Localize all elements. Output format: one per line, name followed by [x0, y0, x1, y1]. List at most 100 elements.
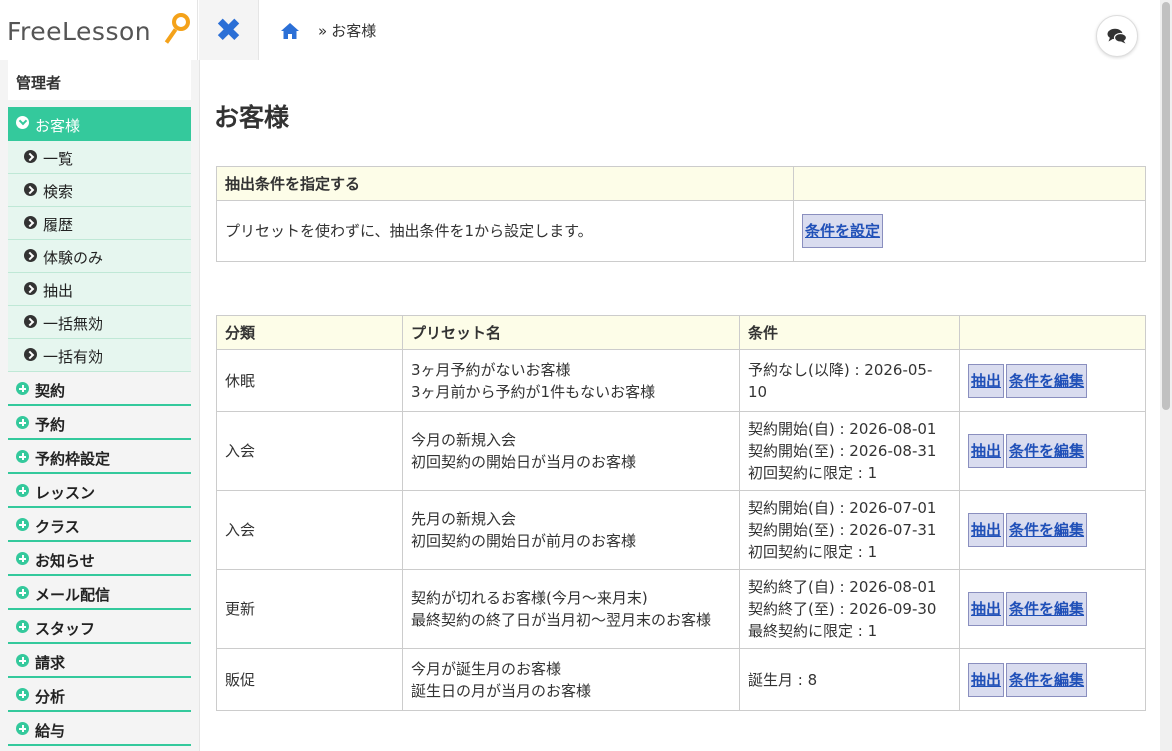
preset-name-cell: 先月の新規入会 初回契約の開始日が前月のお客様	[402, 490, 740, 570]
table-row: 入会 先月の新規入会 初回契約の開始日が前月のお客様 契約開始(自) : 202…	[216, 490, 1146, 570]
sidebar-section[interactable]: 給与	[8, 712, 191, 746]
condition-line: 契約開始(至) : 2026-07-31	[748, 521, 937, 539]
circle-arrow-right-icon	[24, 282, 37, 295]
condition-line: 契約終了(自) : 2026-08-01	[748, 578, 937, 596]
action-cell: 抽出 条件を編集	[959, 490, 1146, 570]
role-label: 管理者	[8, 60, 191, 100]
condition-line: 予約なし(以降) : 2026-05-10	[748, 360, 933, 401]
sidebar-section[interactable]: 分析	[8, 678, 191, 712]
app-logo[interactable]: FreeLesson	[7, 17, 151, 46]
category-cell: 更新	[216, 569, 403, 649]
sidebar-section[interactable]: 予約枠設定	[8, 440, 191, 474]
sidebar-subitem[interactable]: 体験のみ	[8, 240, 191, 273]
sidebar-section[interactable]: 予約	[8, 406, 191, 440]
edit-condition-button[interactable]: 条件を編集	[1006, 363, 1088, 398]
column-header: プリセット名	[402, 315, 740, 350]
action-cell: 抽出 条件を編集	[959, 349, 1146, 412]
preset-description: 初回契約の開始日が前月のお客様	[411, 532, 637, 550]
close-icon: ✖	[215, 11, 242, 49]
sidebar-subitem-label: 抽出	[43, 282, 74, 300]
sidebar-subitem-label: 一括有効	[43, 348, 104, 366]
sidebar-subitem-label: 履歴	[43, 216, 74, 234]
extract-button[interactable]: 抽出	[968, 434, 1005, 468]
circle-plus-icon	[16, 484, 29, 497]
condition-line: 初回契約に限定 : 1	[748, 543, 878, 561]
circle-arrow-right-icon	[24, 348, 37, 361]
table-row: 休眠 3ヶ月予約がないお客様 3ヶ月前から予約が1件もないお客様 予約なし(以降…	[216, 349, 1146, 412]
extract-button[interactable]: 抽出	[968, 513, 1005, 547]
condition-line: 誕生月 : 8	[748, 670, 818, 689]
edit-condition-button[interactable]: 条件を編集	[1006, 592, 1088, 626]
condition-line: 契約開始(自) : 2026-08-01	[748, 420, 937, 438]
sidebar-subitem[interactable]: 一覧	[8, 141, 191, 174]
logo-pin-tail	[164, 28, 178, 44]
circle-plus-icon	[16, 450, 29, 463]
sidebar-section[interactable]: スタッフ	[8, 610, 191, 644]
condition-line: 初回契約に限定 : 1	[748, 464, 878, 482]
sidebar-section-label: レッスン	[35, 484, 96, 502]
sidebar-section[interactable]: クラス	[8, 508, 191, 542]
column-header	[959, 315, 1146, 350]
condition-line: 契約開始(至) : 2026-08-31	[748, 442, 937, 460]
sidebar-subitem[interactable]: 一括無効	[8, 306, 191, 339]
sidebar-item-customers[interactable]: お客様	[8, 107, 191, 141]
sidebar-subitem-label: 体験のみ	[43, 249, 104, 267]
preset-name: 先月の新規入会	[411, 510, 517, 528]
edit-condition-button[interactable]: 条件を編集	[1006, 662, 1088, 697]
preset-name-cell: 今月の新規入会 初回契約の開始日が当月のお客様	[402, 411, 740, 491]
circle-plus-icon	[16, 586, 29, 599]
page-scrollbar[interactable]	[1160, 0, 1172, 751]
sidebar-item-label: お客様	[35, 117, 81, 135]
breadcrumb-separator: »	[318, 21, 328, 40]
sidebar-subitem[interactable]: 抽出	[8, 273, 191, 306]
sidebar-section-label: 分析	[35, 688, 66, 706]
breadcrumb: » お客様	[280, 20, 376, 41]
home-icon[interactable]	[280, 22, 300, 40]
chat-button[interactable]	[1096, 15, 1138, 57]
extract-button[interactable]: 抽出	[968, 363, 1005, 398]
preset-name-cell: 契約が切れるお客様(今月～来月末) 最終契約の終了日が当月初～翌月末のお客様	[402, 569, 740, 649]
preset-name: 今月が誕生月のお客様	[411, 659, 562, 678]
extract-button[interactable]: 抽出	[968, 592, 1005, 626]
sidebar-subitem[interactable]: 一括有効	[8, 339, 191, 372]
action-cell: 抽出 条件を編集	[959, 411, 1146, 491]
category-cell: 休眠	[216, 349, 403, 412]
condition-line: 契約終了(至) : 2026-09-30	[748, 600, 937, 618]
sidebar-submenu: 一覧 検索 履歴 体験のみ 抽出 一括無効 一括有効	[8, 141, 191, 372]
condition-cell: 予約なし(以降) : 2026-05-10	[739, 349, 960, 412]
condition-cell: 契約開始(自) : 2026-07-01 契約開始(至) : 2026-07-3…	[739, 490, 960, 570]
top-bar: FreeLesson ✖ » お客様	[0, 0, 1160, 60]
extract-button[interactable]: 抽出	[968, 662, 1005, 697]
circle-arrow-right-icon	[24, 315, 37, 328]
sidebar-section[interactable]: 契約	[8, 372, 191, 406]
circle-plus-icon	[16, 382, 29, 395]
sidebar-subitem[interactable]: 検索	[8, 174, 191, 207]
circle-arrow-down-icon	[16, 116, 29, 129]
preset-description: 誕生日の月が当月のお客様	[411, 681, 592, 700]
circle-plus-icon	[16, 688, 29, 701]
sidebar-section[interactable]: お知らせ	[8, 542, 191, 576]
condition-cell: 契約終了(自) : 2026-08-01 契約終了(至) : 2026-09-3…	[739, 569, 960, 649]
sidebar-section[interactable]: メール配信	[8, 576, 191, 610]
condition-cell: 契約開始(自) : 2026-08-01 契約開始(至) : 2026-08-3…	[739, 411, 960, 491]
condition-table: 抽出条件を指定する プリセットを使わずに、抽出条件を1から設定します。 条件を設…	[216, 166, 1146, 262]
column-header: 条件	[739, 315, 960, 350]
action-cell: 抽出 条件を編集	[959, 648, 1146, 711]
condition-description: プリセットを使わずに、抽出条件を1から設定します。	[216, 200, 794, 262]
edit-condition-button[interactable]: 条件を編集	[1006, 434, 1088, 468]
chat-icon	[1107, 28, 1127, 44]
table-row: 販促 今月が誕生月のお客様 誕生日の月が当月のお客様 誕生月 : 8 抽出 条件を…	[216, 648, 1146, 711]
set-condition-button[interactable]: 条件を設定	[802, 214, 884, 248]
sidebar-subitem[interactable]: 履歴	[8, 207, 191, 240]
scrollbar-thumb[interactable]	[1162, 2, 1170, 410]
sidebar-sections: 契約 予約 予約枠設定 レッスン クラス お知らせ メール配信 スタッフ 請求 …	[8, 372, 191, 746]
sidebar-section[interactable]: レッスン	[8, 474, 191, 508]
sidebar: 管理者 お客様 一覧 検索 履歴 体験のみ 抽出 一括無効 一括有効 契約 予約…	[0, 60, 199, 751]
sidebar-section[interactable]: 請求	[8, 644, 191, 678]
edit-condition-button[interactable]: 条件を編集	[1006, 513, 1088, 547]
preset-description: 3ヶ月前から予約が1件もないお客様	[411, 382, 656, 401]
category-cell: 入会	[216, 411, 403, 491]
circle-arrow-right-icon	[24, 216, 37, 229]
sidebar-toggle-button[interactable]: ✖	[199, 0, 259, 60]
sidebar-section-label: 予約	[35, 416, 66, 434]
